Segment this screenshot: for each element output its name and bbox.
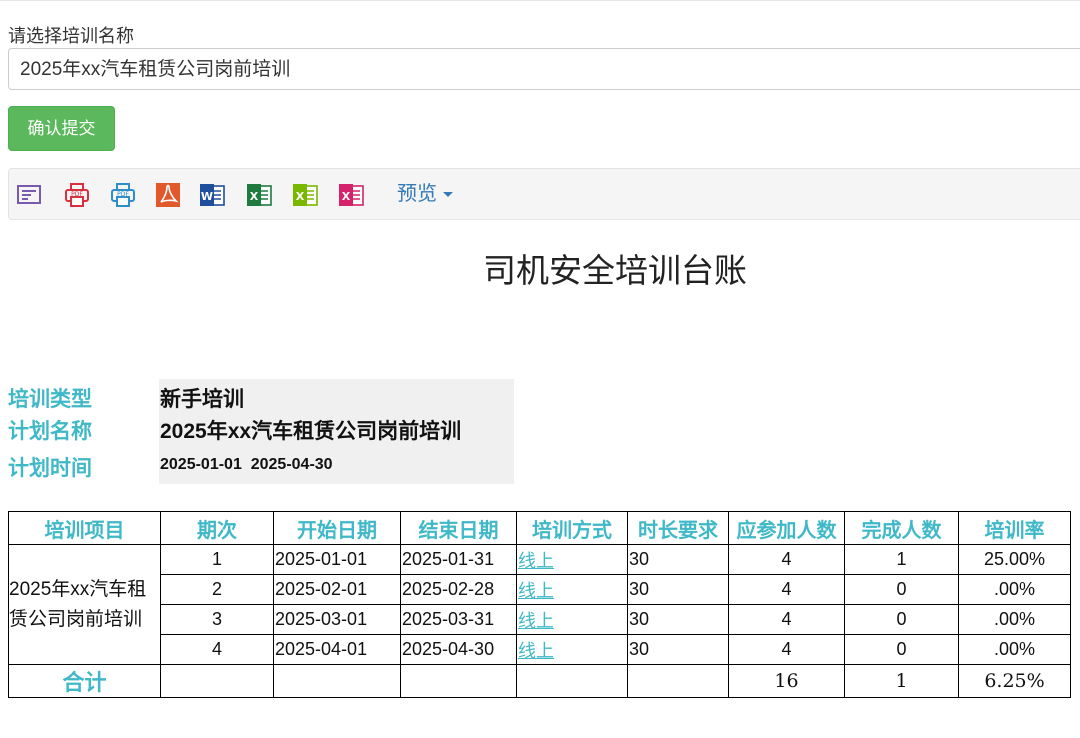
svg-text:PDF: PDF bbox=[117, 191, 129, 198]
plan-end-date: 2025-04-30 bbox=[250, 456, 333, 473]
total-row: 合计 16 1 6.25% bbox=[8, 664, 1071, 698]
report-title: 司机安全培训台账 bbox=[483, 252, 747, 289]
plan-name-value: 2025年xx汽车租赁公司岗前培训 bbox=[160, 420, 462, 443]
plan-name-label: 计划名称 bbox=[8, 420, 92, 443]
start-date-cell: 2025-02-01 bbox=[273, 574, 401, 605]
training-type-label: 培训类型 bbox=[8, 388, 92, 411]
col-header: 结束日期 bbox=[400, 511, 517, 545]
training-select-label: 请选择培训名称 bbox=[8, 26, 134, 46]
duration-cell: 30 bbox=[627, 604, 729, 635]
start-date-cell: 2025-04-01 bbox=[273, 634, 401, 665]
project-cell: 2025年xx汽车租赁公司岗前培训 bbox=[8, 544, 161, 665]
col-header: 期次 bbox=[160, 511, 274, 545]
done-cell: 0 bbox=[844, 604, 959, 635]
pdf-export-icon[interactable] bbox=[154, 181, 182, 209]
preview-dropdown[interactable]: 预览 bbox=[397, 179, 453, 209]
col-header: 培训率 bbox=[958, 511, 1071, 545]
period-cell: 3 bbox=[160, 604, 274, 635]
col-header: 应参加人数 bbox=[728, 511, 845, 545]
print-pdf-icon[interactable]: PDF bbox=[63, 181, 91, 209]
expected-cell: 4 bbox=[728, 574, 845, 605]
plan-time-label: 计划时间 bbox=[8, 457, 92, 480]
duration-cell: 30 bbox=[627, 634, 729, 665]
empty-cell bbox=[273, 664, 401, 698]
end-date-cell: 2025-04-30 bbox=[400, 634, 517, 665]
col-header: 培训项目 bbox=[8, 511, 161, 545]
training-name-select[interactable]: 2025年xx汽车租赁公司岗前培训 bbox=[8, 48, 1080, 90]
total-rate-cell: 6.25% bbox=[958, 664, 1071, 698]
col-header: 开始日期 bbox=[273, 511, 401, 545]
done-cell: 0 bbox=[844, 574, 959, 605]
svg-text:W: W bbox=[201, 190, 213, 203]
period-cell: 4 bbox=[160, 634, 274, 665]
rate-cell: 25.00% bbox=[958, 544, 1071, 575]
expected-cell: 4 bbox=[728, 544, 845, 575]
word-export-icon[interactable]: W bbox=[198, 181, 226, 209]
total-expected-cell: 16 bbox=[728, 664, 845, 698]
rate-cell: .00% bbox=[958, 604, 1071, 635]
mode-link[interactable]: 线上 bbox=[518, 581, 554, 601]
total-done-cell: 1 bbox=[844, 664, 959, 698]
empty-cell bbox=[160, 664, 274, 698]
report-toolbar: PDF PDF W X X X 预览 bbox=[8, 168, 1080, 220]
print-pdf-alt-icon[interactable]: PDF bbox=[109, 181, 137, 209]
duration-cell: 30 bbox=[627, 544, 729, 575]
period-cell: 2 bbox=[160, 574, 274, 605]
end-date-cell: 2025-02-28 bbox=[400, 574, 517, 605]
period-cell: 1 bbox=[160, 544, 274, 575]
total-label: 合计 bbox=[8, 664, 161, 698]
plan-start-date: 2025-01-01 bbox=[160, 456, 242, 473]
table-row: 2 2025-02-01 2025-02-28 线上 30 4 0 .00% bbox=[9, 574, 1071, 605]
empty-cell bbox=[627, 664, 729, 698]
svg-text:X: X bbox=[250, 190, 259, 203]
svg-text:X: X bbox=[296, 190, 305, 203]
mode-link[interactable]: 线上 bbox=[518, 551, 554, 571]
empty-cell bbox=[516, 664, 628, 698]
end-date-cell: 2025-03-31 bbox=[400, 604, 517, 635]
excel-alt-export-icon[interactable]: X bbox=[291, 181, 319, 209]
rate-cell: .00% bbox=[958, 574, 1071, 605]
mode-link[interactable]: 线上 bbox=[518, 641, 554, 661]
submit-button[interactable]: 确认提交 bbox=[8, 106, 115, 151]
expected-cell: 4 bbox=[728, 634, 845, 665]
end-date-cell: 2025-01-31 bbox=[400, 544, 517, 575]
rate-cell: .00% bbox=[958, 634, 1071, 665]
caret-down-icon bbox=[443, 192, 453, 198]
excel-export-icon[interactable]: X bbox=[245, 181, 273, 209]
svg-text:PDF: PDF bbox=[71, 191, 83, 198]
table-header-row: 培训项目 期次 开始日期 结束日期 培训方式 时长要求 应参加人数 完成人数 培… bbox=[8, 511, 1071, 545]
done-cell: 1 bbox=[844, 544, 959, 575]
col-header: 培训方式 bbox=[516, 511, 628, 545]
mode-link[interactable]: 线上 bbox=[518, 611, 554, 631]
table-row: 3 2025-03-01 2025-03-31 线上 30 4 0 .00% bbox=[9, 604, 1071, 635]
start-date-cell: 2025-01-01 bbox=[273, 544, 401, 575]
table-row: 4 2025-04-01 2025-04-30 线上 30 4 0 .00% bbox=[9, 634, 1071, 665]
start-date-cell: 2025-03-01 bbox=[273, 604, 401, 635]
done-cell: 0 bbox=[844, 634, 959, 665]
col-header: 时长要求 bbox=[627, 511, 729, 545]
training-ledger-table: 培训项目 期次 开始日期 结束日期 培训方式 时长要求 应参加人数 完成人数 培… bbox=[8, 511, 1071, 698]
training-type-value: 新手培训 bbox=[160, 388, 244, 411]
excel-pink-export-icon[interactable]: X bbox=[337, 181, 365, 209]
expected-cell: 4 bbox=[728, 604, 845, 635]
empty-cell bbox=[400, 664, 517, 698]
top-border bbox=[0, 0, 1080, 1]
print-icon[interactable] bbox=[15, 181, 43, 209]
table-row: 2025年xx汽车租赁公司岗前培训 1 2025-01-01 2025-01-3… bbox=[8, 544, 1071, 665]
plan-time-value: 2025-01-01 2025-04-30 bbox=[160, 456, 333, 474]
duration-cell: 30 bbox=[627, 574, 729, 605]
col-header: 完成人数 bbox=[844, 511, 959, 545]
svg-text:X: X bbox=[342, 190, 351, 203]
preview-label: 预览 bbox=[397, 183, 437, 205]
